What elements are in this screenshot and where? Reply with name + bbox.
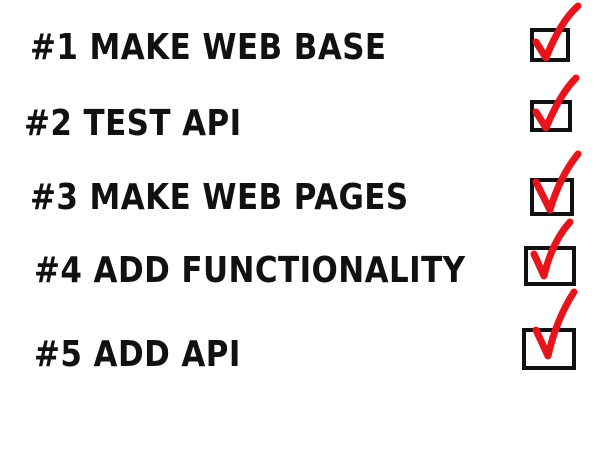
check-mark-icon (532, 288, 578, 360)
task-label-5: #5 ADD API (34, 334, 241, 375)
task-label-1: #1 MAKE WEB BASE (30, 27, 387, 68)
check-mark-icon (530, 218, 574, 280)
task-label-3: #3 MAKE WEB PAGES (30, 177, 409, 218)
check-mark-icon (532, 150, 582, 214)
task-label-4: #4 ADD FUNCTIONALITY (34, 250, 466, 291)
check-mark-icon (532, 74, 580, 132)
task-label-2: #2 TEST API (24, 103, 242, 144)
check-mark-icon (532, 2, 582, 62)
task-list: #1 MAKE WEB BASE #2 TEST API #3 MAKE WEB… (0, 0, 596, 463)
